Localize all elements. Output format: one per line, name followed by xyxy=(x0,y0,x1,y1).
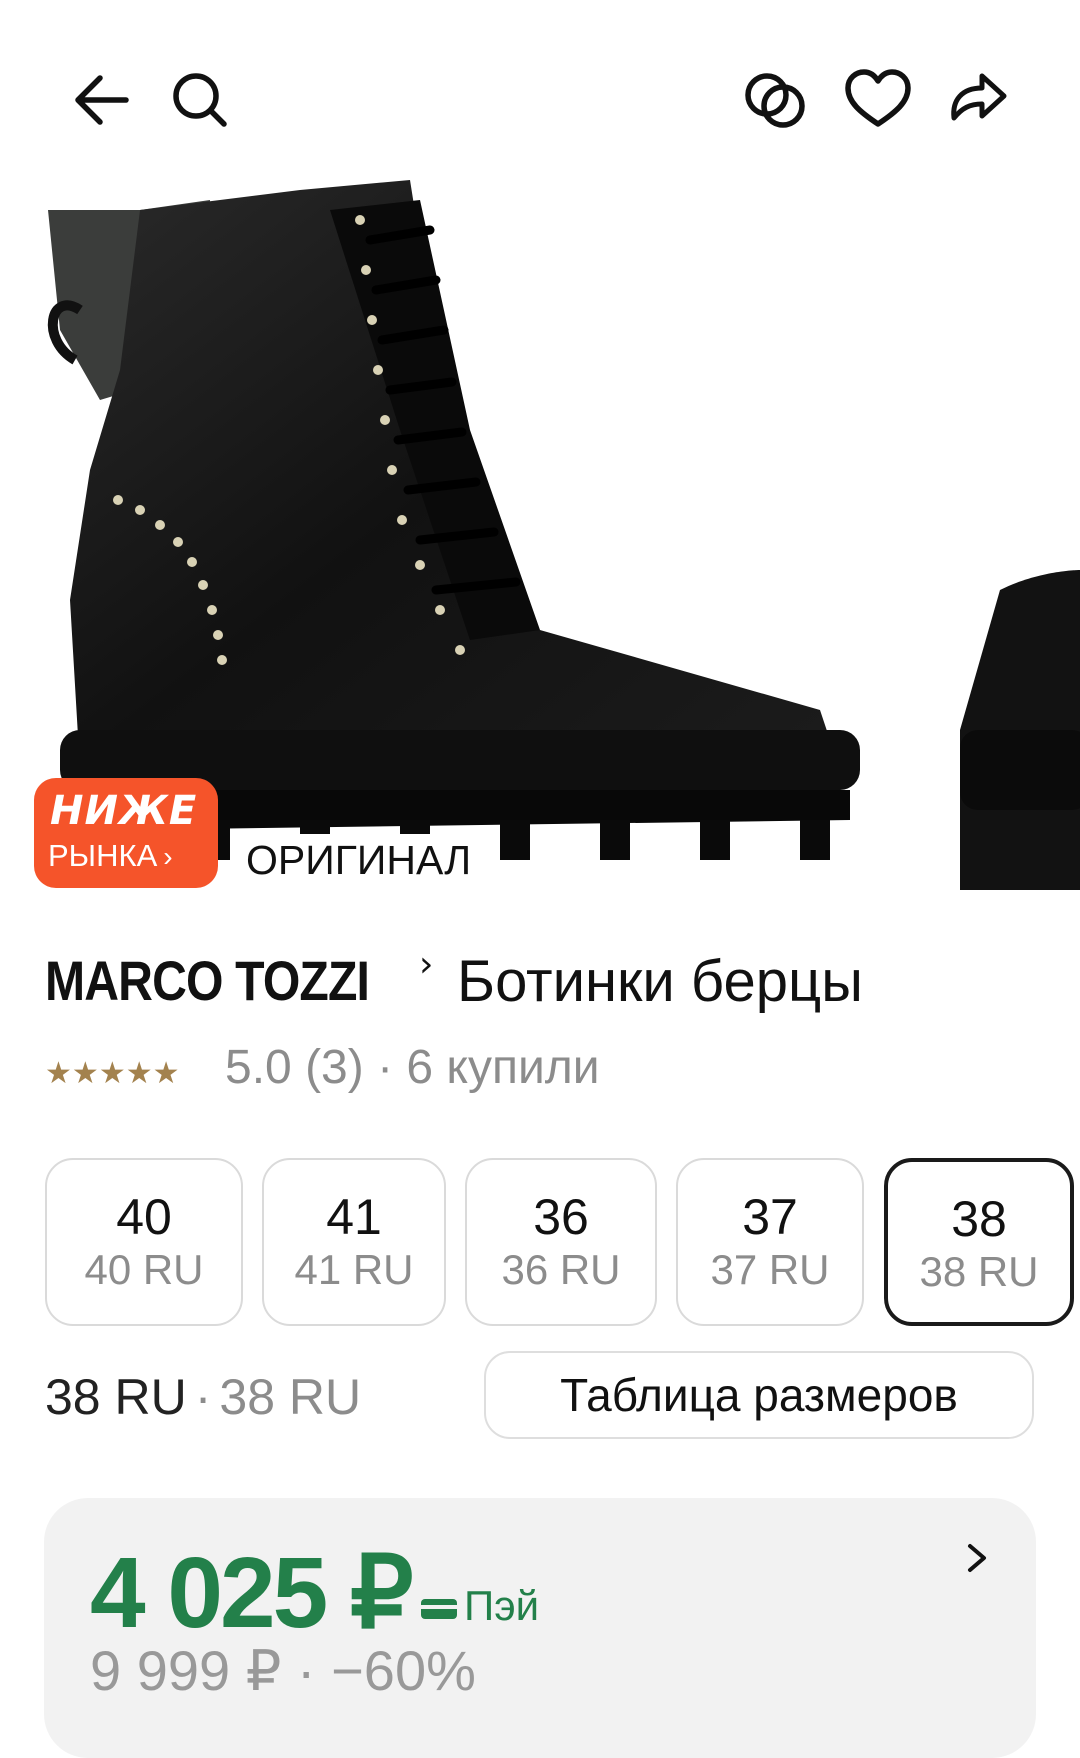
selected-size-primary: 38 RU xyxy=(45,1369,187,1425)
star-icon: ★ xyxy=(71,1056,99,1091)
separator: · xyxy=(194,1369,212,1425)
compare-icon[interactable] xyxy=(736,60,816,140)
star-icon: ★ xyxy=(125,1056,153,1091)
below-market-line2: РЫНКА › xyxy=(48,838,173,874)
top-bar xyxy=(0,0,1080,190)
size-main: 37 xyxy=(742,1189,798,1245)
share-icon[interactable] xyxy=(938,60,1018,140)
chevron-right-icon: › xyxy=(163,841,173,872)
pay-label: Пэй xyxy=(464,1582,540,1629)
star-icon: ★ xyxy=(98,1056,126,1091)
product-name: Ботинки берцы xyxy=(457,949,863,1014)
brand-chevron-icon[interactable]: › xyxy=(419,944,433,985)
size-main: 40 xyxy=(116,1189,172,1245)
selected-size-summary: 38 RU · 38 RU xyxy=(45,1368,361,1426)
back-arrow-icon[interactable] xyxy=(62,60,142,140)
heart-icon[interactable] xyxy=(838,60,918,140)
size-selector: 40 40 RU 41 41 RU 36 36 RU 37 37 RU 38 3… xyxy=(0,1158,1080,1330)
below-market-badge[interactable]: НИЖЕ РЫНКА › xyxy=(34,778,218,888)
search-icon[interactable] xyxy=(160,60,240,140)
size-option-41[interactable]: 41 41 RU xyxy=(262,1158,446,1326)
star-icon: ★ xyxy=(152,1056,180,1091)
size-option-40[interactable]: 40 40 RU xyxy=(45,1158,243,1326)
size-sub: 37 RU xyxy=(710,1246,830,1293)
size-option-37[interactable]: 37 37 RU xyxy=(676,1158,864,1326)
size-main: 36 xyxy=(533,1189,589,1245)
product-title-row: MARCO TOZZI › Ботинки берцы xyxy=(45,944,863,1014)
size-sub: 38 RU xyxy=(919,1248,1039,1295)
rating-text: 5.0 (3) · 6 купили xyxy=(225,1041,600,1094)
size-table-button[interactable]: Таблица размеров xyxy=(484,1351,1034,1439)
size-main: 38 xyxy=(951,1191,1007,1247)
size-sub: 36 RU xyxy=(501,1246,621,1293)
original-badge: ОРИГИНАЛ xyxy=(232,834,486,884)
old-price-partial: 9 999 ₽ · −60% xyxy=(90,1639,476,1702)
rating-stars: ★★★★★ xyxy=(45,1056,180,1091)
size-main: 41 xyxy=(326,1189,382,1245)
size-sub: 40 RU xyxy=(84,1246,204,1293)
price-card[interactable]: 4 025 ₽ Пэй 9 999 ₽ · −60% xyxy=(44,1498,1036,1758)
card-icon xyxy=(421,1598,457,1619)
current-price: 4 025 ₽ xyxy=(90,1537,414,1649)
size-option-38[interactable]: 38 38 RU xyxy=(884,1158,1074,1326)
pay-price-label: Пэй xyxy=(420,1582,539,1630)
below-market-line1: НИЖЕ xyxy=(50,788,198,834)
below-market-label: РЫНКА xyxy=(48,838,158,873)
star-icon: ★ xyxy=(45,1056,72,1091)
selected-size-secondary: 38 RU xyxy=(219,1369,362,1425)
brand-link[interactable]: MARCO TOZZI xyxy=(45,948,370,1013)
chevron-right-icon xyxy=(968,1544,986,1572)
size-sub: 41 RU xyxy=(294,1246,414,1293)
size-option-36[interactable]: 36 36 RU xyxy=(465,1158,657,1326)
